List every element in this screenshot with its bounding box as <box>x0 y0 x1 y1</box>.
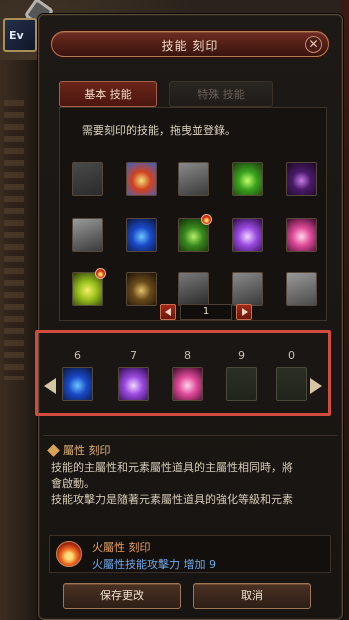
violet-streak-skill-icon[interactable] <box>232 218 263 252</box>
grey-wave-skill-icon[interactable] <box>232 272 263 306</box>
slash-skill-icon-grey[interactable] <box>178 162 209 196</box>
event-badge-label: Ev <box>9 29 24 42</box>
instruction-text: 需要刻印的技能，拖曳並登錄。 <box>82 124 236 137</box>
arrow-left-icon <box>165 308 171 316</box>
rune-effect: 火屬性技能攻擊力 增加 9 <box>92 558 216 571</box>
shield-skill-icon[interactable] <box>72 162 103 196</box>
violet-streak-skill-icon[interactable] <box>118 367 149 401</box>
background-chains <box>4 100 24 380</box>
grey-mist-skill-icon[interactable] <box>286 272 317 306</box>
gold-ring-skill-icon[interactable] <box>126 272 157 306</box>
arrow-right-icon <box>242 308 248 316</box>
blue-lightning-skill-icon[interactable] <box>62 367 93 401</box>
tab-special-skills[interactable]: 特殊 技能 <box>169 81 273 107</box>
quick-slot-key: 9 <box>238 349 245 362</box>
quick-slot-key: 7 <box>130 349 137 362</box>
figure-skill-icon-grey[interactable] <box>178 272 209 306</box>
pink-beam-skill-icon[interactable] <box>286 218 317 252</box>
fire-badge-icon <box>201 214 212 225</box>
quick-slot-key: 8 <box>184 349 191 362</box>
diamond-bullet-icon <box>47 444 60 457</box>
tab-basic-skills[interactable]: 基本 技能 <box>59 81 157 107</box>
title-bar[interactable]: 技能 刻印 ✕ <box>51 31 329 57</box>
fire-badge-icon <box>95 268 106 279</box>
close-icon: ✕ <box>308 37 319 51</box>
blue-lightning-skill-icon[interactable] <box>126 218 157 252</box>
quick-slot-key: 6 <box>74 349 81 362</box>
green-burst-skill-icon[interactable] <box>232 162 263 196</box>
pink-beam-skill-icon[interactable] <box>172 367 203 401</box>
window-title: 技能 刻印 <box>161 39 219 53</box>
event-badge[interactable]: Ev <box>3 18 37 52</box>
rune-name: 火屬性 刻印 <box>92 541 151 554</box>
quick-slot-bar: 6 7 8 9 0 <box>35 330 331 416</box>
attribute-engrave-section: 屬性 刻印 技能的主屬性和元素屬性道具的主屬性相同時，將 會啟動。 技能攻擊力是… <box>43 435 337 517</box>
grey-pillar-skill-icon[interactable] <box>72 218 103 252</box>
cancel-button[interactable]: 取消 <box>193 583 311 609</box>
skill-engrave-window: 技能 刻印 ✕ 基本 技能 特殊 技能 需要刻印的技能，拖曳並登錄。 1 6 7 8… <box>35 14 343 620</box>
purple-orb-skill-icon[interactable] <box>286 162 317 196</box>
fire-rune-card[interactable]: 火屬性 刻印 火屬性技能攻擊力 增加 9 <box>49 535 331 573</box>
empty-quick-slot[interactable] <box>226 367 257 401</box>
attribute-description: 技能的主屬性和元素屬性道具的主屬性相同時，將 會啟動。 技能攻擊力是隨著元素屬性… <box>51 460 333 508</box>
description-line: 技能攻擊力是隨著元素屬性道具的強化等級和元素 <box>51 493 293 506</box>
skill-list-panel: 需要刻印的技能，拖曳並登錄。 1 <box>59 107 327 321</box>
close-button[interactable]: ✕ <box>305 36 322 53</box>
prev-page-button[interactable] <box>160 304 176 320</box>
fire-rune-icon <box>56 541 82 567</box>
quickbar-prev-arrow-icon[interactable] <box>44 378 56 394</box>
save-changes-button[interactable]: 保存更改 <box>63 583 181 609</box>
quick-slot-key: 0 <box>288 349 295 362</box>
skill-tabs: 基本 技能 特殊 技能 <box>59 81 327 107</box>
quickbar-next-arrow-icon[interactable] <box>310 378 322 394</box>
burst-skill-icon[interactable] <box>126 162 157 196</box>
pagination: 1 <box>160 304 252 320</box>
page-number: 1 <box>180 304 232 320</box>
description-line: 會啟動。 <box>51 477 95 490</box>
empty-quick-slot[interactable] <box>276 367 307 401</box>
description-line: 技能的主屬性和元素屬性道具的主屬性相同時，將 <box>51 461 293 474</box>
attribute-section-title: 屬性 刻印 <box>63 444 111 457</box>
next-page-button[interactable] <box>236 304 252 320</box>
